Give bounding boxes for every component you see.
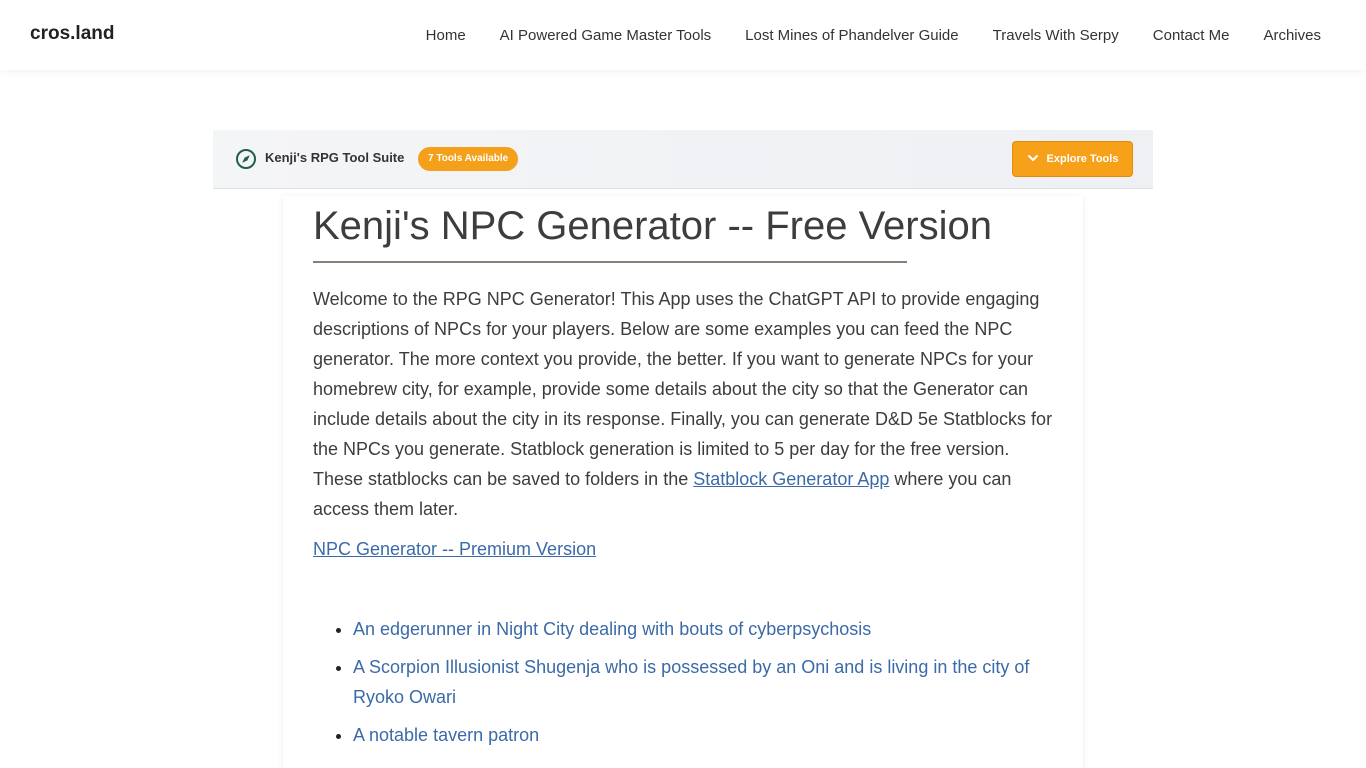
intro-text: Welcome to the RPG NPC Generator! This A…	[313, 289, 1053, 489]
main-nav: Home AI Powered Game Master Tools Lost M…	[409, 0, 1338, 70]
intro-paragraph: Welcome to the RPG NPC Generator! This A…	[313, 284, 1058, 524]
example-link[interactable]: A notable tavern patron	[353, 725, 539, 745]
title-underline	[313, 261, 907, 263]
example-list: An edgerunner in Night City dealing with…	[353, 614, 1033, 758]
site-brand-link[interactable]: cros.land	[30, 23, 114, 45]
site-header: cros.land Home AI Powered Game Master To…	[0, 0, 1366, 70]
tool-suite-title: Kenji's RPG Tool Suite	[265, 150, 405, 165]
explore-tools-button[interactable]: Explore Tools	[1012, 141, 1133, 177]
explore-tools-label: Explore Tools	[1046, 153, 1119, 165]
nav-lost-mines-guide[interactable]: Lost Mines of Phandelver Guide	[728, 27, 975, 44]
statblock-generator-link[interactable]: Statblock Generator App	[693, 469, 889, 489]
page-title: Kenji's NPC Generator -- Free Version	[313, 204, 993, 248]
list-item: A notable tavern patron	[353, 720, 1033, 750]
list-item: A Scorpion Illusionist Shugenja who is p…	[353, 652, 1033, 712]
example-link[interactable]: An edgerunner in Night City dealing with…	[353, 619, 871, 639]
nav-archives[interactable]: Archives	[1246, 27, 1338, 44]
example-link[interactable]: A Scorpion Illusionist Shugenja who is p…	[353, 657, 1029, 707]
tools-available-badge: 7 Tools Available	[418, 147, 519, 171]
list-item: An edgerunner in Night City dealing with…	[353, 614, 1033, 644]
compass-icon	[235, 148, 257, 170]
nav-home[interactable]: Home	[409, 27, 483, 44]
nav-travels-with-serpy[interactable]: Travels With Serpy	[976, 27, 1136, 44]
nav-ai-game-master-tools[interactable]: AI Powered Game Master Tools	[483, 27, 728, 44]
tool-suite-bar: Kenji's RPG Tool Suite 7 Tools Available…	[213, 130, 1153, 189]
nav-contact-me[interactable]: Contact Me	[1136, 27, 1247, 44]
content-card: Kenji's NPC Generator -- Free Version We…	[283, 196, 1083, 768]
chevron-down-icon	[1027, 152, 1039, 167]
premium-version-link[interactable]: NPC Generator -- Premium Version	[313, 534, 596, 564]
